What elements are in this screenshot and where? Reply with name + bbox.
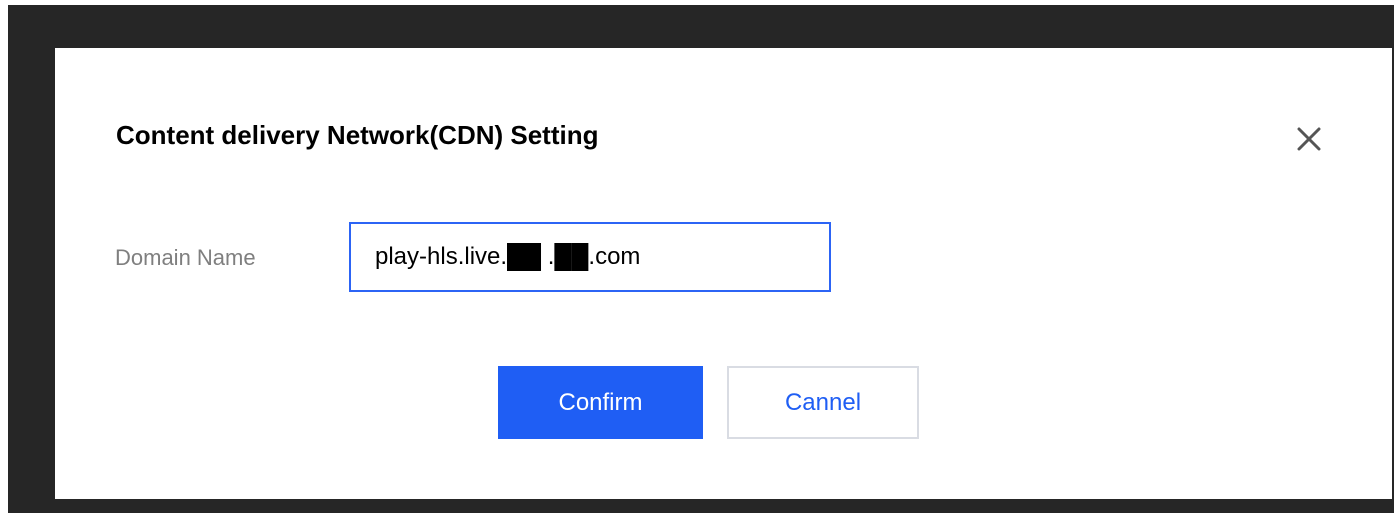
domain-name-label: Domain Name (115, 245, 256, 270)
domain-name-input[interactable] (349, 222, 831, 292)
dialog-title: Content delivery Network(CDN) Setting (116, 120, 599, 150)
cancel-button[interactable]: Cannel (727, 366, 919, 439)
close-button[interactable] (1291, 121, 1327, 157)
modal-backdrop: Content delivery Network(CDN) Setting Do… (8, 5, 1394, 513)
confirm-button[interactable]: Confirm (498, 366, 703, 439)
close-icon (1297, 127, 1321, 151)
cdn-setting-dialog: Content delivery Network(CDN) Setting Do… (55, 48, 1392, 499)
